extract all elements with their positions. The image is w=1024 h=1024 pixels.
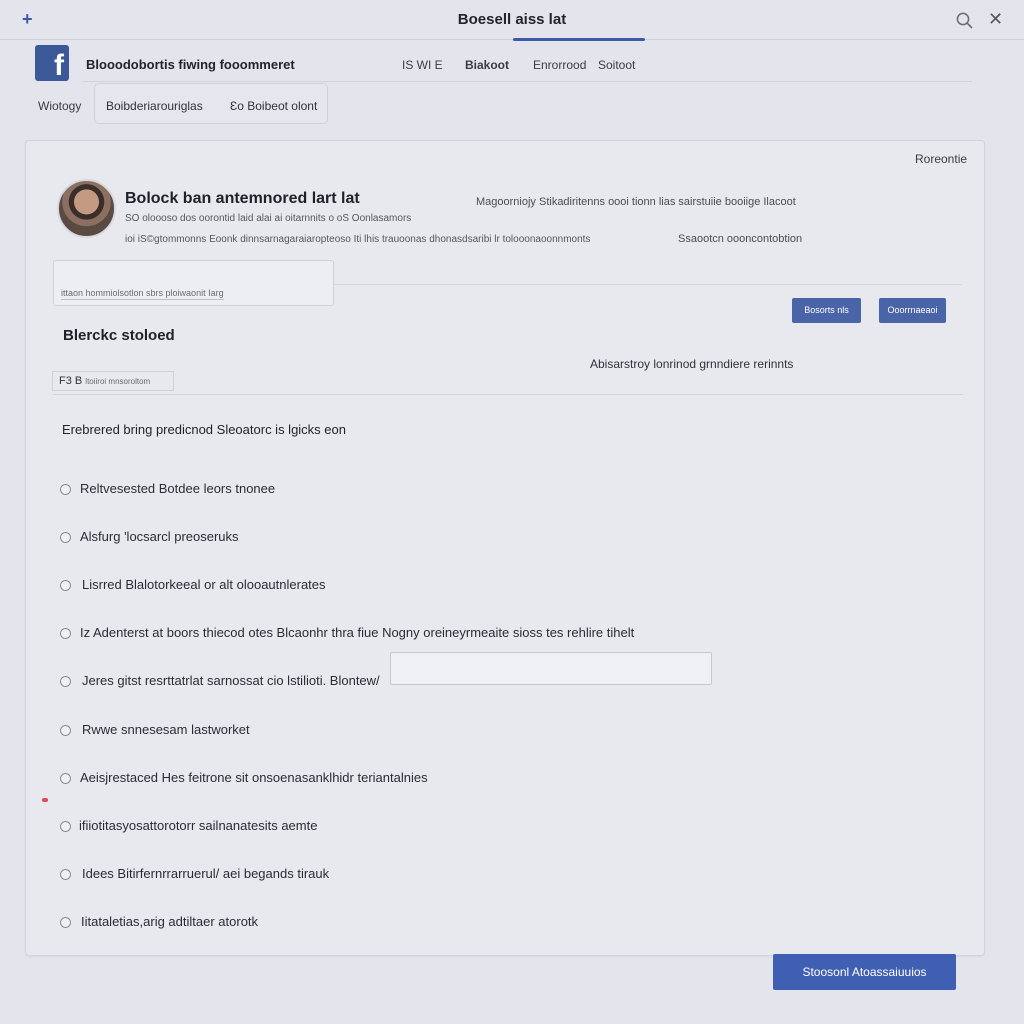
question-text: Erebrered bring predicnod Sleoatorc is l…	[62, 422, 346, 437]
radio-button[interactable]	[60, 773, 71, 784]
radio-option-label: ifiiotitasyosattorotorr sailnanatesits a…	[79, 818, 318, 833]
radio-button[interactable]	[60, 869, 71, 880]
search-icon[interactable]	[956, 12, 973, 29]
profile-info-right-2: Ssaootcn oooncontobtion	[678, 233, 803, 245]
facebook-logo-icon[interactable]: f	[35, 45, 69, 81]
secondary-button-2[interactable]: Ooorrnaeaoi	[879, 298, 946, 323]
nav-link-4[interactable]: Soitoot	[598, 58, 635, 72]
section-divider	[53, 394, 963, 395]
radio-option-label: Rwwe snnesesam lastworket	[82, 722, 250, 737]
radio-button[interactable]	[60, 725, 71, 736]
subnav-tab-b[interactable]: Ɛo Boibeot olont	[230, 99, 317, 113]
radio-option-label: Iitataletias,arig adtiltaer atorotk	[81, 914, 259, 929]
radio-option-label: Aeisjrestaced Hes feitrone sit onsoenasa…	[80, 770, 428, 785]
secondary-button-1[interactable]: Bosorts nls	[792, 298, 861, 323]
radio-button[interactable]	[60, 917, 71, 928]
profile-meta-line-1: SO oloooso dos oorontid laid alai ai oit…	[125, 213, 412, 224]
other-option-input[interactable]	[390, 652, 712, 685]
radio-button[interactable]	[60, 532, 71, 543]
nav-link-2[interactable]: Biakoot	[465, 58, 509, 72]
subnav-tab-a[interactable]: Boibderiarouriglas	[106, 99, 203, 113]
filter-tag-detail: ltoiiroi mnsoroltom	[85, 377, 151, 386]
submit-button[interactable]: Stoosonl Atoassaiuuios	[773, 954, 956, 990]
radio-option-label: Reltvesested Botdee leors tnonee	[80, 481, 276, 496]
active-tab-indicator	[513, 38, 645, 41]
text-input-value: ittaon hommiolsotlon sbrs ploiwaonit Iar…	[61, 288, 224, 300]
error-indicator-icon	[42, 798, 48, 802]
radio-option-label: Iz Adenterst at boors thiecod otes Blcao…	[80, 625, 635, 640]
profile-info-right-1: Magoorniojy Stikadiritenns oooi tionn li…	[476, 196, 796, 208]
filter-tag[interactable]: F3 B ltoiiroi mnsoroltom	[52, 371, 174, 391]
nav-divider	[82, 81, 972, 82]
nav-link-3[interactable]: Enrorrood	[533, 58, 586, 72]
card-divider	[334, 284, 962, 285]
profile-meta-line-2: ioi iS©gtommonns Eoonk dinnsarnagaraiaro…	[125, 234, 591, 245]
filter-tag-label: F3 B	[59, 375, 83, 387]
card-corner-link[interactable]: Roreontie	[915, 152, 967, 166]
window-title: Boesell aiss lat	[457, 11, 567, 28]
radio-button[interactable]	[60, 484, 71, 495]
radio-button[interactable]	[60, 821, 71, 832]
radio-button[interactable]	[60, 676, 71, 687]
nav-link-1[interactable]: IS WI E	[402, 58, 443, 72]
section-subtitle: Abisarstroy lonrinod grnndiere rerinnts	[590, 357, 794, 371]
radio-option-label: Idees Bitirfernrrarruerul/ aei begands t…	[82, 866, 330, 881]
nav-page-title: Blooodobortis fiwing fooommeret	[86, 57, 295, 72]
radio-option-label: Lisrred Blalotorkeeal or alt olooautnler…	[82, 577, 326, 592]
avatar[interactable]	[57, 179, 116, 238]
radio-button[interactable]	[60, 628, 71, 639]
close-icon[interactable]: ✕	[988, 9, 1003, 30]
radio-option-label: Jeres gitst resrttatrlat sarnossat cio l…	[82, 673, 380, 688]
radio-button[interactable]	[60, 580, 71, 591]
section-title: Blerckc stoloed	[63, 327, 175, 344]
radio-option-label: Alsfurg 'locsarcl preoseruks	[80, 529, 239, 544]
subnav-label[interactable]: Wiotogy	[38, 99, 81, 113]
profile-name: Bolock ban antemnored lart lat	[125, 190, 360, 207]
